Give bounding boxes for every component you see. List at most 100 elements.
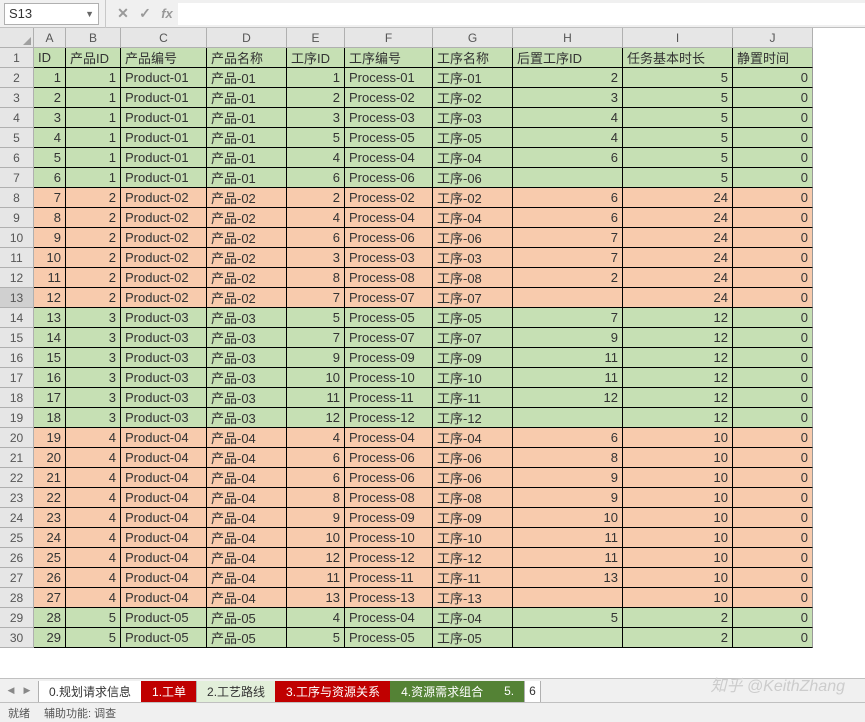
data-cell[interactable]: Process-05 [345,628,433,648]
data-cell[interactable]: Process-09 [345,348,433,368]
data-cell[interactable]: Process-09 [345,508,433,528]
data-cell[interactable]: 16 [34,368,66,388]
select-all-corner[interactable] [0,28,34,48]
data-cell[interactable]: Process-13 [345,588,433,608]
data-cell[interactable]: 2 [513,68,623,88]
data-cell[interactable]: Product-02 [121,248,207,268]
data-cell[interactable]: 0 [733,588,813,608]
data-cell[interactable]: 3 [287,108,345,128]
data-cell[interactable]: 10 [623,548,733,568]
data-cell[interactable]: 10 [623,528,733,548]
data-cell[interactable]: 10 [623,428,733,448]
data-cell[interactable]: 0 [733,408,813,428]
row-header-1[interactable]: 1 [0,48,34,68]
data-cell[interactable]: 12 [623,308,733,328]
data-cell[interactable]: 0 [733,388,813,408]
data-cell[interactable]: 9 [34,228,66,248]
data-cell[interactable]: 5 [513,608,623,628]
data-cell[interactable]: 21 [34,468,66,488]
data-cell[interactable]: 5 [623,128,733,148]
data-cell[interactable]: 27 [34,588,66,608]
row-header-27[interactable]: 27 [0,568,34,588]
data-cell[interactable]: 2 [66,288,121,308]
nav-first-icon[interactable]: ◀ [4,685,18,696]
data-cell[interactable]: Process-08 [345,268,433,288]
data-cell[interactable]: Process-02 [345,188,433,208]
header-cell[interactable]: 后置工序ID [513,48,623,68]
data-cell[interactable]: 4 [66,528,121,548]
data-cell[interactable]: 3 [66,328,121,348]
data-cell[interactable]: 产品-02 [207,188,287,208]
row-header-28[interactable]: 28 [0,588,34,608]
data-cell[interactable]: 12 [623,368,733,388]
data-cell[interactable]: 产品-04 [207,588,287,608]
data-cell[interactable]: 11 [287,568,345,588]
row-header-20[interactable]: 20 [0,428,34,448]
data-cell[interactable]: 0 [733,308,813,328]
data-cell[interactable]: 产品-04 [207,528,287,548]
data-cell[interactable]: 工序-01 [433,68,513,88]
data-cell[interactable]: 6 [513,428,623,448]
data-cell[interactable]: 2 [66,268,121,288]
sheet-tab[interactable]: 5. [493,681,525,703]
row-header-9[interactable]: 9 [0,208,34,228]
data-cell[interactable]: 12 [513,388,623,408]
data-cell[interactable]: 3 [66,348,121,368]
data-cell[interactable]: 1 [66,108,121,128]
row-header-7[interactable]: 7 [0,168,34,188]
data-cell[interactable]: 24 [34,528,66,548]
col-header-C[interactable]: C [121,28,207,48]
data-cell[interactable]: 5 [623,148,733,168]
data-cell[interactable]: 9 [513,468,623,488]
data-cell[interactable]: 工序-06 [433,468,513,488]
data-cell[interactable]: 产品-01 [207,168,287,188]
data-cell[interactable]: Process-12 [345,408,433,428]
data-cell[interactable]: 20 [34,448,66,468]
row-header-13[interactable]: 13 [0,288,34,308]
data-cell[interactable]: 4 [66,468,121,488]
col-header-F[interactable]: F [345,28,433,48]
data-cell[interactable]: 2 [287,188,345,208]
data-cell[interactable]: 11 [513,348,623,368]
data-cell[interactable]: 0 [733,548,813,568]
data-cell[interactable]: 19 [34,428,66,448]
data-cell[interactable]: 10 [623,588,733,608]
data-cell[interactable]: 4 [66,428,121,448]
data-cell[interactable]: Process-10 [345,368,433,388]
data-cell[interactable]: 9 [287,348,345,368]
data-cell[interactable]: Product-01 [121,88,207,108]
row-header-29[interactable]: 29 [0,608,34,628]
data-cell[interactable]: 7 [287,328,345,348]
data-cell[interactable]: 产品-04 [207,488,287,508]
data-cell[interactable]: 12 [623,328,733,348]
data-cell[interactable] [513,168,623,188]
data-cell[interactable]: 17 [34,388,66,408]
data-cell[interactable]: 10 [623,448,733,468]
col-header-B[interactable]: B [66,28,121,48]
data-cell[interactable]: 9 [513,328,623,348]
data-cell[interactable]: 0 [733,68,813,88]
data-cell[interactable]: 工序-07 [433,328,513,348]
col-header-H[interactable]: H [513,28,623,48]
data-cell[interactable]: Product-03 [121,328,207,348]
data-cell[interactable]: 6 [34,168,66,188]
data-cell[interactable]: 0 [733,348,813,368]
data-cell[interactable]: 工序-02 [433,188,513,208]
data-cell[interactable]: 3 [34,108,66,128]
data-cell[interactable]: Product-01 [121,128,207,148]
row-header-4[interactable]: 4 [0,108,34,128]
data-cell[interactable]: 0 [733,268,813,288]
row-header-18[interactable]: 18 [0,388,34,408]
data-cell[interactable]: 10 [623,508,733,528]
data-cell[interactable]: 工序-11 [433,568,513,588]
data-cell[interactable]: Product-05 [121,628,207,648]
data-cell[interactable] [513,628,623,648]
data-cell[interactable]: 10 [513,508,623,528]
data-cell[interactable]: 28 [34,608,66,628]
data-cell[interactable]: 24 [623,208,733,228]
fx-button[interactable]: fx [156,3,178,25]
data-cell[interactable]: 8 [513,448,623,468]
data-cell[interactable]: 工序-07 [433,288,513,308]
data-cell[interactable]: 工序-08 [433,268,513,288]
data-cell[interactable]: 产品-01 [207,68,287,88]
